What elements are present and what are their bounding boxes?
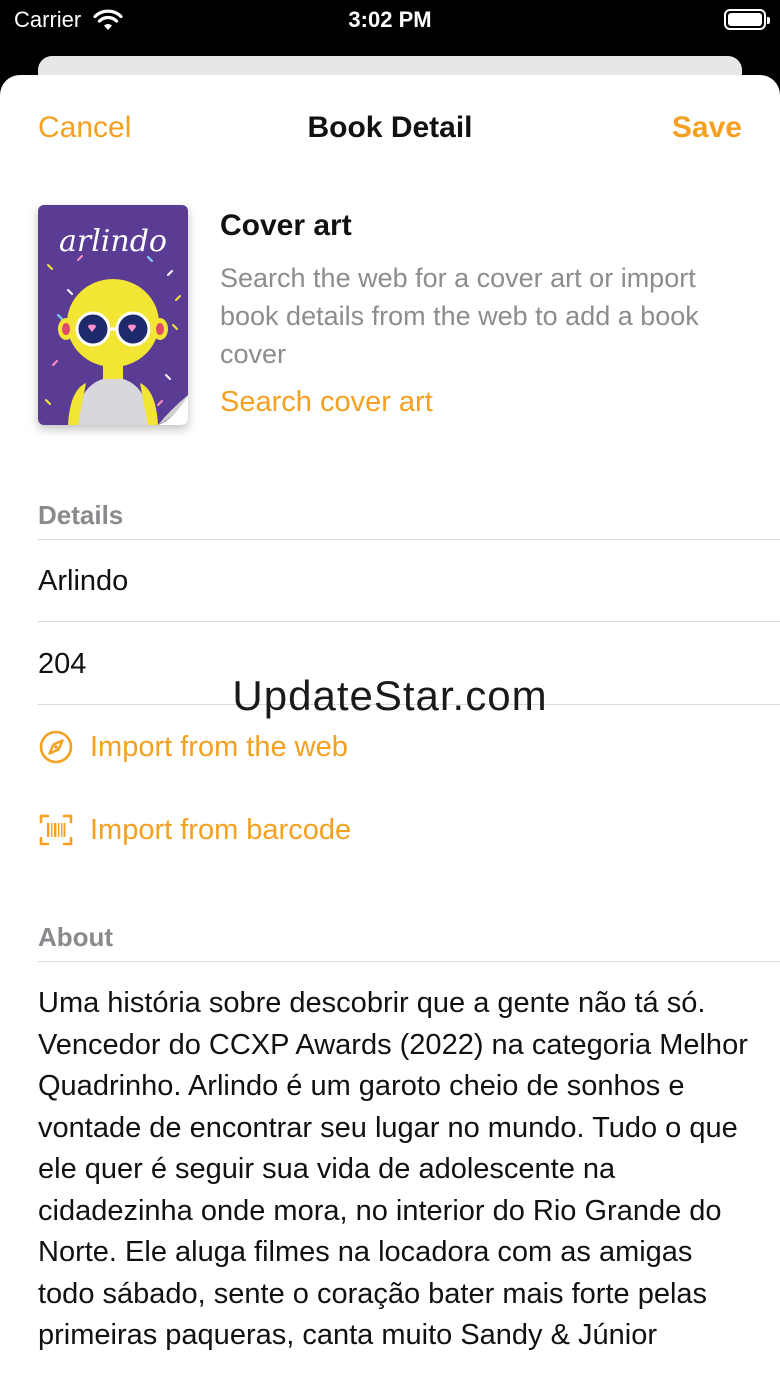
divider [38,621,780,622]
import-from-barcode-button[interactable]: Import from barcode [38,810,351,850]
barcode-scanner-icon [39,814,73,846]
import-from-web-label: Import from the web [90,730,348,763]
page-title: Book Detail [307,111,473,144]
cover-art-description: Search the web for a cover art or import… [220,263,699,369]
navigation-bar: Cancel Book Detail Save [0,75,780,185]
battery-icon [724,9,770,30]
status-bar: Carrier 3:02 PM [0,0,780,40]
import-from-barcode-label: Import from barcode [90,813,352,846]
about-description[interactable]: Uma história sobre descobrir que a gente… [38,983,750,1357]
book-title-field[interactable]: Arlindo [38,565,128,598]
book-cover-image[interactable]: arlindo [38,205,188,425]
about-section-header: About [38,922,114,952]
clock-time: 3:02 PM [348,7,432,32]
cover-title-text: arlindo [59,224,167,259]
book-detail-sheet: Cancel Book Detail Save arlindo Cover ar… [0,75,780,1387]
details-section-header: Details [38,500,124,530]
save-button[interactable]: Save [672,111,742,145]
watermark-text: UpdateStar.com [232,672,548,719]
cover-art-heading: Cover art [220,209,352,242]
search-cover-art-link[interactable]: Search cover art [220,386,433,419]
divider [38,539,780,540]
book-cover-illustration: arlindo [38,205,188,425]
divider [38,961,780,962]
import-from-web-button[interactable]: Import from the web [38,727,348,767]
compass-icon [39,730,73,764]
